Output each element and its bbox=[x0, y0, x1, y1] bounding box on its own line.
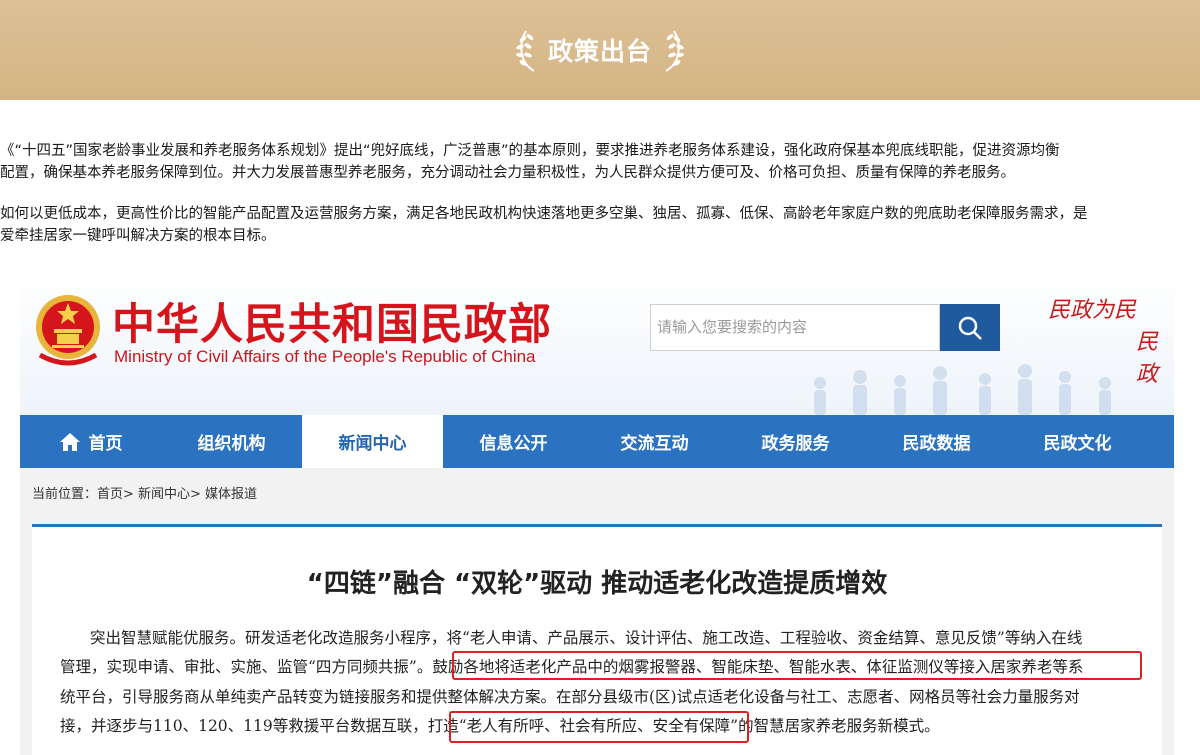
nav-item-interaction[interactable]: 交流互动 bbox=[584, 415, 725, 468]
article-title: “四链”融合 “双轮”驱动 推动适老化改造提质增效 bbox=[306, 569, 888, 599]
intro-p1-line1: 《“十四五”国家老龄事业发展和养老服务体系规划》提出“兜好底线，广泛普惠”的基本… bbox=[0, 143, 1060, 159]
home-icon bbox=[59, 432, 80, 451]
article-line-1: 突出智慧赋能优服务。研发适老化改造服务小程序，将“老人申请、产品展示、设计评估、… bbox=[90, 629, 1083, 647]
nav-label-home: 首页 bbox=[88, 434, 123, 454]
intro-p2-line1: 如何以更低成本，更高性价比的智能产品配置及运营服务方案，满足各地民政机构快速落地… bbox=[0, 206, 1088, 222]
intro-p2-line2: 爱牵挂居家一键呼叫解决方案的根本目标。 bbox=[0, 228, 276, 244]
banner-title-wrap: 政策出台 bbox=[0, 0, 1200, 100]
laurel-left-icon bbox=[516, 30, 535, 72]
site-header: 中华人民共和国民政部 Ministry of Civil Affairs of … bbox=[20, 273, 1174, 415]
search-input[interactable]: 请输入您要搜索的内容 bbox=[650, 304, 940, 351]
highlight-box-sensors bbox=[452, 651, 1142, 680]
highlight-box-safety bbox=[449, 711, 749, 743]
nav-item-civil-culture[interactable]: 民政文化 bbox=[1007, 415, 1148, 468]
intro-p1-line2: 配置，确保基本养老服务保障到位。并大力发展普惠型养老服务，充分调动社会力量积极性… bbox=[0, 165, 1015, 181]
search-icon bbox=[958, 316, 982, 340]
nav-item-news-center[interactable]: 新闻中心 bbox=[302, 415, 443, 468]
nav-item-home[interactable]: 首页 bbox=[20, 415, 161, 468]
national-emblem-icon bbox=[36, 295, 100, 366]
crowd-silhouette-icon bbox=[814, 364, 1111, 415]
site-title-en: Ministry of Civil Affairs of the People'… bbox=[114, 347, 536, 366]
banner-title: 政策出台 bbox=[547, 37, 652, 66]
slogan-line1: 民政为民 bbox=[1048, 298, 1137, 323]
nav-item-info-disclosure[interactable]: 信息公开 bbox=[443, 415, 584, 468]
nav-item-organization[interactable]: 组织机构 bbox=[161, 415, 302, 468]
article-line-3: 统平台，引导服务商从单纯卖产品转变为链接服务和提供整体解决方案。在部分县级市(区… bbox=[60, 688, 1080, 706]
breadcrumb: 当前位置：首页> 新闻中心> 媒体报道 bbox=[32, 487, 258, 502]
main-nav: 首页 组织机构 新闻中心 信息公开 交流互动 政务服务 民政数据 民政文化 bbox=[20, 415, 1174, 468]
site-title-cn: 中华人民共和国民政部 bbox=[112, 300, 552, 350]
laurel-right-icon bbox=[665, 30, 684, 72]
search-button[interactable] bbox=[940, 304, 1000, 351]
nav-item-civil-data[interactable]: 民政数据 bbox=[866, 415, 1007, 468]
nav-item-gov-services[interactable]: 政务服务 bbox=[725, 415, 866, 468]
